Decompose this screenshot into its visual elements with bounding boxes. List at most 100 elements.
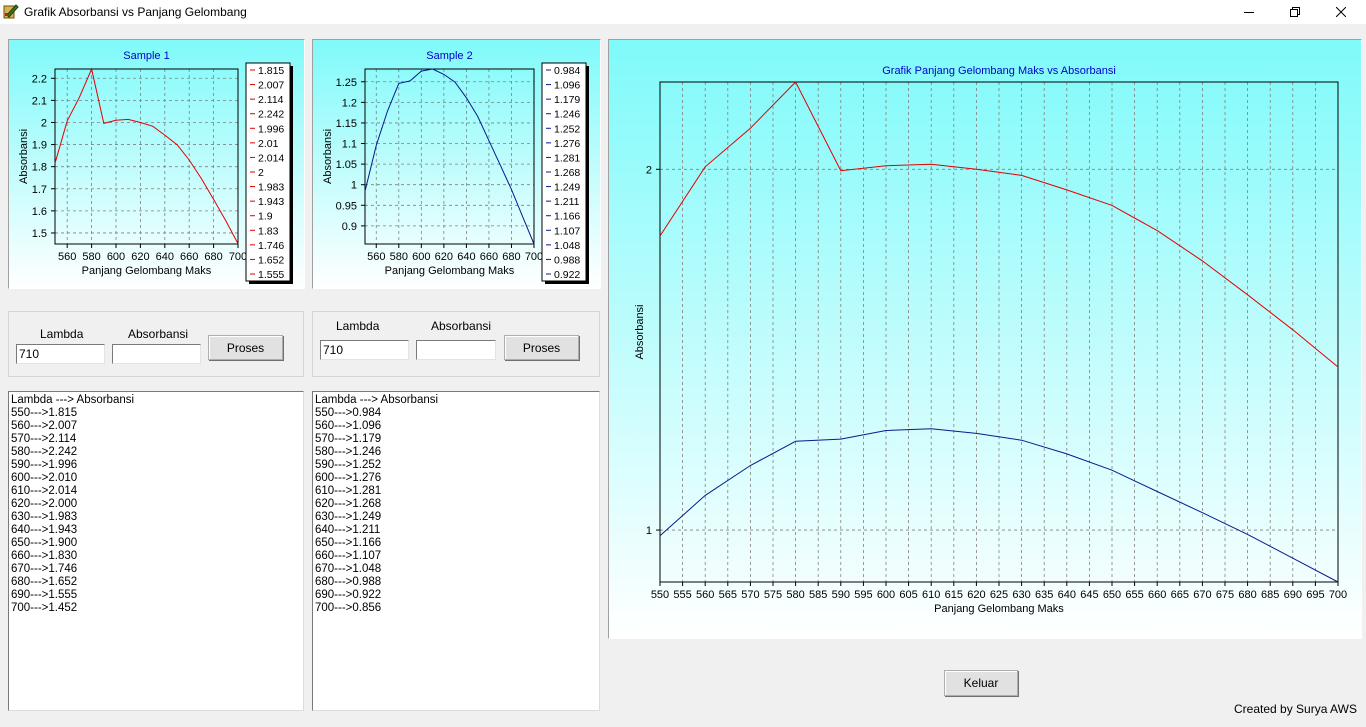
x-tick-label: 655 <box>1125 589 1143 601</box>
title-bar: Grafik Absorbansi vs Panjang Gelombang <box>0 0 1366 24</box>
x-tick-label: 595 <box>854 589 872 601</box>
list-item[interactable]: 680--->1.652 <box>11 576 301 589</box>
list-item[interactable]: 650--->1.900 <box>11 537 301 550</box>
legend-entry: 1.107 <box>554 225 580 237</box>
x-tick-label: 585 <box>809 589 827 601</box>
sample1-chart-panel: Sample 1 560 580 600 620 640 660 680 700 1.5 1.6 1.… <box>8 39 305 289</box>
x-tick-label: 645 <box>1080 589 1098 601</box>
x-tick-label: 680 <box>204 251 222 263</box>
x-tick-label: 605 <box>899 589 917 601</box>
list-item[interactable]: 700--->0.856 <box>315 602 597 615</box>
y-tick-label: 1.8 <box>32 162 47 174</box>
sample1-chart: Sample 1 560 580 600 620 640 660 680 700 1.5 1.6 1.… <box>9 40 304 288</box>
sample1-listbox[interactable]: Lambda ---> Absorbansi 550--->1.815 560--… <box>8 391 304 711</box>
x-tick-label: 580 <box>82 251 100 263</box>
legend-entry: 2.114 <box>258 94 284 106</box>
list-item[interactable]: 570--->1.179 <box>315 433 597 446</box>
minimize-button[interactable] <box>1226 0 1272 24</box>
y-tick-label: 1.05 <box>336 159 357 171</box>
list-item[interactable]: 670--->1.746 <box>11 563 301 576</box>
combined-chart-svg: Grafik Panjang Gelombang Maks vs Absorba… <box>609 40 1361 638</box>
x-tick-label: 620 <box>435 251 453 263</box>
list-item[interactable]: 650--->1.166 <box>315 537 597 550</box>
list-item[interactable]: 660--->1.107 <box>315 550 597 563</box>
close-button[interactable] <box>1318 0 1364 24</box>
x-tick-label: 575 <box>764 589 782 601</box>
sample2-lambda-label: Lambda <box>336 319 380 333</box>
y-tick-label: 0.9 <box>342 221 357 233</box>
sample2-lambda-input[interactable] <box>320 340 409 360</box>
legend-entry: 1.746 <box>258 240 284 252</box>
list-item[interactable]: 700--->1.452 <box>11 602 301 615</box>
app-icon <box>3 4 19 19</box>
footer-credit: Created by Surya AWS <box>1234 702 1357 716</box>
legend-entry: 0.984 <box>554 65 580 77</box>
list-item[interactable]: 570--->2.114 <box>11 433 301 446</box>
sample2-listbox[interactable]: Lambda ---> Absorbansi 550--->0.984 560--… <box>312 391 600 711</box>
legend-entry: 2.242 <box>258 109 284 121</box>
keluar-button[interactable]: Keluar <box>944 670 1018 696</box>
list-item[interactable]: 590--->1.252 <box>315 459 597 472</box>
x-tick-label: 550 <box>651 589 669 601</box>
sample1-proses-button[interactable]: Proses <box>208 335 283 360</box>
x-tick-label: 690 <box>1284 589 1302 601</box>
legend-entry: 1.996 <box>258 123 284 135</box>
legend-entry: 1.096 <box>554 80 580 92</box>
legend-entry: 1.048 <box>554 240 580 252</box>
x-tick-label: 670 <box>1193 589 1211 601</box>
list-item[interactable]: 620--->2.000 <box>11 498 301 511</box>
list-item[interactable]: 610--->2.014 <box>11 485 301 498</box>
y-tick-label: 2 <box>41 117 47 129</box>
list-item[interactable]: 600--->2.010 <box>11 472 301 485</box>
y-tick-label: 1.1 <box>342 139 357 151</box>
x-tick-label: 640 <box>1058 589 1076 601</box>
list-item[interactable]: 580--->1.246 <box>315 446 597 459</box>
legend-entry: 1.166 <box>554 211 580 223</box>
legend-entry: 1.246 <box>554 109 580 121</box>
list-item[interactable]: 660--->1.830 <box>11 550 301 563</box>
sample2-chart-svg: Sample 2 560 580 600 620 640 660 680 700 0.9 0.95 1… <box>313 40 600 288</box>
list-item[interactable]: 680--->0.988 <box>315 576 597 589</box>
maximize-button[interactable] <box>1272 0 1318 24</box>
legend-entry: 1.652 <box>258 254 284 266</box>
x-tick-label: 570 <box>741 589 759 601</box>
combined-chart: Grafik Panjang Gelombang Maks vs Absorba… <box>609 40 1361 638</box>
sample2-input-group: Lambda Absorbansi Proses <box>312 311 600 377</box>
list-item[interactable]: 600--->1.276 <box>315 472 597 485</box>
sample1-lambda-label: Lambda <box>40 327 84 341</box>
list-item[interactable]: 580--->2.242 <box>11 446 301 459</box>
y-axis-label: Absorbansi <box>18 129 30 184</box>
legend-entry: 1.276 <box>554 138 580 150</box>
sample2-absorbansi-input[interactable] <box>416 340 496 360</box>
list-item[interactable]: 590--->1.996 <box>11 459 301 472</box>
list-item[interactable]: 630--->1.983 <box>11 511 301 524</box>
list-item[interactable]: 640--->1.943 <box>11 524 301 537</box>
list-item[interactable]: 620--->1.268 <box>315 498 597 511</box>
legend-entry: 1.83 <box>258 225 279 237</box>
sample1-list-rows: 550--->1.815 560--->2.007 570--->2.114 580-… <box>11 407 301 615</box>
list-item[interactable]: 560--->1.096 <box>315 420 597 433</box>
list-item[interactable]: 630--->1.249 <box>315 511 597 524</box>
y-tick-label: 1.15 <box>336 118 357 130</box>
y-tick-label: 2.1 <box>32 95 47 107</box>
list-item[interactable]: 550--->0.984 <box>315 407 597 420</box>
x-axis-label: Panjang Gelombang Maks <box>82 265 212 277</box>
sample1-lambda-input[interactable] <box>16 344 105 364</box>
x-tick-label: 620 <box>967 589 985 601</box>
x-tick-label: 630 <box>1012 589 1030 601</box>
list-item[interactable]: 550--->1.815 <box>11 407 301 420</box>
list-item[interactable]: 670--->1.048 <box>315 563 597 576</box>
chart-title: Grafik Panjang Gelombang Maks vs Absorba… <box>882 65 1116 77</box>
sample2-proses-button[interactable]: Proses <box>504 335 579 360</box>
combined-chart-panel: Grafik Panjang Gelombang Maks vs Absorba… <box>608 39 1362 639</box>
list-item[interactable]: 640--->1.211 <box>315 524 597 537</box>
x-tick-label: 580 <box>390 251 408 263</box>
x-tick-label: 560 <box>58 251 76 263</box>
list-item[interactable]: 690--->1.555 <box>11 589 301 602</box>
legend-entry: 1.249 <box>554 182 580 194</box>
list-item[interactable]: 690--->0.922 <box>315 589 597 602</box>
sample1-absorbansi-input[interactable] <box>112 344 201 364</box>
y-tick-label: 1.9 <box>32 140 47 152</box>
list-item[interactable]: 610--->1.281 <box>315 485 597 498</box>
list-item[interactable]: 560--->2.007 <box>11 420 301 433</box>
